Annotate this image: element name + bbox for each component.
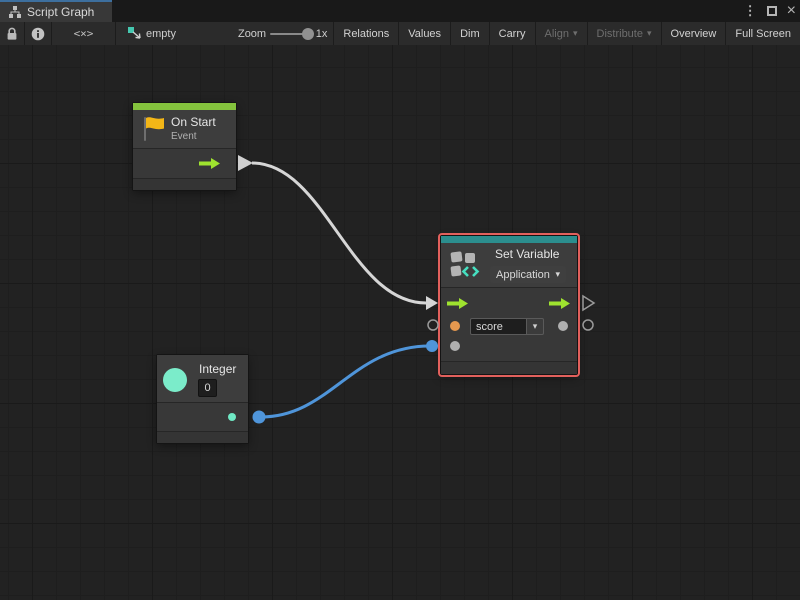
variable-name-port[interactable] <box>450 321 460 331</box>
flow-output-port[interactable] <box>199 157 221 170</box>
integer-literal-icon <box>163 368 187 392</box>
flow-output-port[interactable] <box>549 297 571 310</box>
info-button[interactable] <box>25 22 51 46</box>
chevron-down-icon: ▾ <box>555 269 560 280</box>
close-icon[interactable]: × <box>787 6 796 16</box>
code-view-toggle[interactable]: <×> <box>52 22 115 46</box>
zoom-slider[interactable] <box>270 33 312 35</box>
node-title: Set Variable <box>495 247 559 261</box>
chevron-down-icon: ▾ <box>533 321 538 332</box>
dim-button[interactable]: Dim <box>451 22 489 46</box>
zoom-value: 1x <box>316 28 328 40</box>
script-graph-window: Script Graph ⋮ × <×> <box>0 0 800 600</box>
integer-output-port[interactable] <box>228 413 236 421</box>
graph-hierarchy-icon <box>8 5 22 19</box>
variable-name-field[interactable]: score <box>470 318 527 335</box>
node-integer[interactable]: Integer 0 <box>157 355 248 443</box>
window-menu-icon[interactable]: ⋮ <box>744 3 757 19</box>
node-subtitle: Event <box>171 131 197 142</box>
variable-scope-dropdown[interactable]: Application ▾ <box>490 266 566 283</box>
flow-input-port[interactable] <box>447 297 469 310</box>
tab-script-graph[interactable]: Script Graph <box>0 0 112 22</box>
zoom-slider-handle[interactable] <box>302 28 314 40</box>
variable-name-dropdown-button[interactable]: ▾ <box>527 318 544 335</box>
zoom-label: Zoom <box>238 28 266 40</box>
chevron-down-icon: ▾ <box>573 28 578 39</box>
align-button[interactable]: Align ▾ <box>536 22 587 46</box>
code-toggle-icon: <×> <box>74 27 94 40</box>
variable-accent-stripe <box>441 236 577 243</box>
chevron-down-icon: ▾ <box>647 28 652 39</box>
event-accent-stripe <box>133 103 236 110</box>
tab-title: Script Graph <box>27 5 94 19</box>
node-set-variable[interactable]: Set Variable Application ▾ score ▾ <box>441 236 577 374</box>
node-on-start[interactable]: On Start Event <box>133 103 236 190</box>
relations-button[interactable]: Relations <box>334 22 398 46</box>
graph-pointer-icon <box>126 22 142 46</box>
flag-icon <box>141 115 167 143</box>
values-button[interactable]: Values <box>399 22 450 46</box>
fullscreen-button[interactable]: Full Screen <box>726 22 800 46</box>
tab-bar: Script Graph ⋮ × <box>0 0 800 22</box>
lock-icon <box>5 26 19 42</box>
node-footer <box>133 178 236 190</box>
carry-button[interactable]: Carry <box>490 22 535 46</box>
variable-icon <box>449 250 481 280</box>
node-footer <box>441 361 577 374</box>
distribute-button[interactable]: Distribute ▾ <box>588 22 661 46</box>
graph-empty-label: empty <box>146 28 176 40</box>
graph-toolbar: <×> empty Zoom 1x Relations Values Dim C… <box>0 22 800 46</box>
graph-canvas[interactable] <box>0 45 800 600</box>
maximize-icon[interactable] <box>767 6 777 16</box>
info-icon <box>31 27 45 41</box>
overview-button[interactable]: Overview <box>662 22 726 46</box>
node-title: On Start <box>171 115 216 129</box>
value-input-port[interactable] <box>450 341 460 351</box>
node-title: Integer <box>199 362 236 376</box>
lock-button[interactable] <box>0 22 24 46</box>
node-footer <box>157 431 248 443</box>
toolbar-separator <box>115 22 116 46</box>
value-output-port[interactable] <box>558 321 568 331</box>
integer-value-field[interactable]: 0 <box>198 379 217 397</box>
window-controls: ⋮ × <box>744 0 796 22</box>
